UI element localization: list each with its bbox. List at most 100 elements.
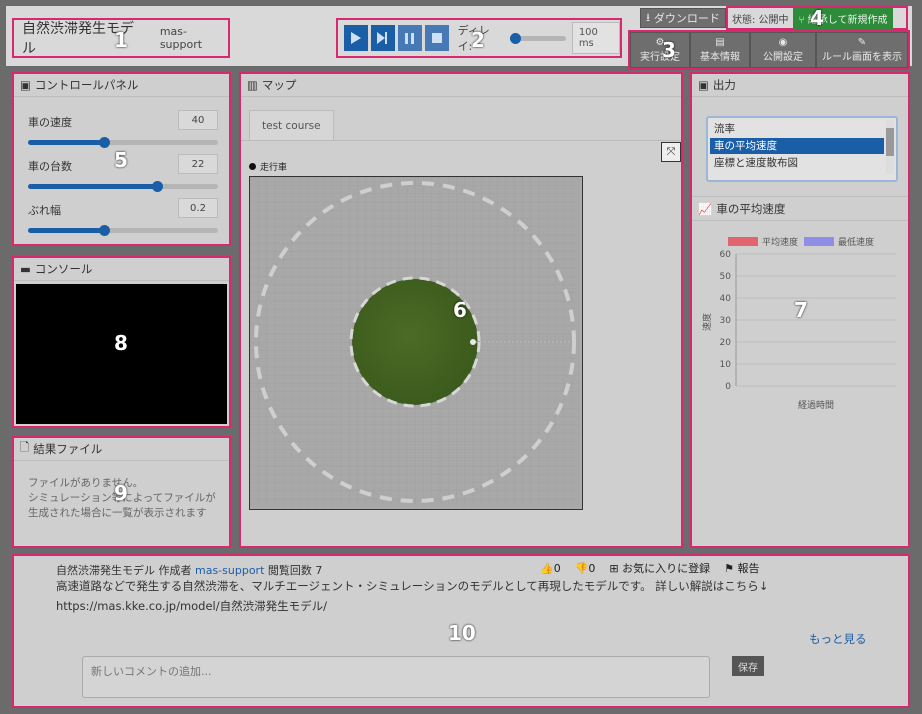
y-tick-label: 10 (720, 360, 732, 370)
files-empty-message: ファイルがありません。 シミュレーション等によってファイルが生成された場合に一覧… (28, 477, 216, 519)
public-settings-button[interactable]: ◉ 公開設定 (750, 32, 816, 68)
slider-label: 車の速度 (28, 116, 72, 129)
x-axis-label: 経過時間 (798, 399, 834, 411)
thumbs-up-icon: 👍 (540, 561, 554, 575)
slider-value[interactable]: 0.2 (178, 198, 218, 218)
result-files-title: 結果ファイル (33, 442, 103, 456)
count-slider[interactable] (28, 181, 218, 192)
result-files-panel: 🗋 結果ファイル ファイルがありません。 シミュレーション等によってファイルが生成… (12, 436, 231, 548)
play-button[interactable] (344, 25, 368, 51)
slider-label: 車の台数 (28, 160, 72, 173)
report-button[interactable]: ⚑ 報告 (724, 560, 759, 576)
car-legend-label: 走行車 (260, 163, 288, 173)
pause-button[interactable] (397, 25, 422, 51)
author-name[interactable]: mas-support (160, 25, 228, 51)
branch-icon: ⑂ (798, 14, 808, 26)
player-controls: ディレイ: 100 ms (336, 18, 622, 58)
edit-icon: ✎ (857, 37, 867, 48)
show-more-link[interactable]: もっと見る (809, 631, 867, 647)
download-button[interactable]: ⭳ ダウンロード (640, 8, 726, 28)
grass-island (352, 279, 478, 405)
favorite-button[interactable]: ⊞ お気に入りに登録 (609, 560, 710, 576)
output-title: 出力 (712, 78, 736, 92)
status-group: 状態: 公開中 ⑂ 継承して新規作成 (726, 6, 908, 30)
slider-count: 車の台数 22 (28, 154, 218, 198)
chart-title: 車の平均速度 (716, 202, 786, 216)
y-tick-label: 30 (720, 316, 732, 326)
plus-square-icon: ⊞ (609, 562, 623, 575)
title-box: 自然渋滞発生モデル mas-support (12, 18, 230, 58)
rule-screen-button[interactable]: ✎ ルール画面を表示 (816, 32, 908, 68)
model-info-footer: 自然渋滞発生モデル 作成者 mas-support 閲覧回数 7 👍0 👎0 ⊞… (12, 554, 910, 708)
console-title: コンソール (34, 262, 93, 276)
output-option[interactable]: 座標と速度散布図 (710, 155, 884, 171)
status-text: 状態: 公開中 (732, 14, 789, 26)
map-title: マップ (261, 78, 297, 92)
stop-button[interactable] (424, 25, 449, 51)
run-settings-button[interactable]: ⚙ 実行設定 (630, 32, 690, 68)
reaction-bar: 👍0 👎0 ⊞ お気に入りに登録 ⚑ 報告 (540, 560, 759, 576)
legend-label: 最低速度 (838, 236, 874, 248)
variance-slider[interactable] (28, 225, 218, 236)
output-option[interactable]: 流率 (710, 121, 884, 137)
speed-chart: 平均速度 最低速度 60 50 40 30 20 10 0 速度経過時間 (701, 236, 896, 411)
settings-group: ⚙ 実行設定 ▤ 基本情報 ◉ 公開設定 ✎ ルール画面を表示 (628, 30, 910, 70)
select-scrollbar[interactable] (886, 120, 894, 174)
slider-value[interactable]: 22 (178, 154, 218, 174)
y-axis-label: 速度 (701, 313, 713, 331)
y-tick-label: 60 (720, 250, 732, 260)
page-title: 自然渋滞発生モデル (22, 21, 134, 57)
dislike-button[interactable]: 👎0 (575, 562, 596, 575)
y-tick-label: 40 (720, 294, 732, 304)
legend-swatch (804, 237, 834, 246)
fullscreen-button[interactable]: ⤧ (661, 142, 681, 162)
download-icon: ⭳ (646, 10, 650, 24)
delay-value: 100 ms (571, 22, 621, 54)
console-output[interactable] (16, 284, 227, 424)
eye-icon: ◉ (778, 37, 788, 48)
output-icon: ▣ (698, 78, 709, 92)
save-comment-button[interactable]: 保存 (732, 656, 764, 676)
y-tick-label: 20 (720, 338, 732, 348)
map-legend: 走行車 (249, 160, 287, 173)
file-icon: 🗋 (20, 439, 30, 454)
map-panel: ▥ マップ test course ⤧ 走行車 (239, 72, 683, 548)
legend-swatch (728, 237, 758, 246)
step-forward-icon (377, 32, 388, 44)
slider-label: ぶれ幅 (28, 204, 61, 217)
panel-icon: ▣ (20, 78, 31, 92)
pause-icon (404, 32, 414, 44)
tab-test-course[interactable]: test course (249, 110, 334, 141)
gear-icon: ⚙ (655, 37, 665, 48)
clipboard-icon: ▤ (715, 37, 725, 48)
speed-slider[interactable] (28, 137, 218, 148)
output-option[interactable]: 車の平均速度 (710, 138, 884, 154)
stop-icon (431, 33, 442, 43)
slider-variance: ぶれ幅 0.2 (28, 198, 218, 242)
slider-value[interactable]: 40 (178, 110, 218, 130)
inherit-button[interactable]: ⑂ 継承して新規作成 (792, 7, 894, 29)
model-description: 高速道路などで発生する自然渋滞を、マルチエージェント・シミュレーションのモデルと… (56, 579, 769, 613)
delay-slider[interactable] (508, 25, 566, 51)
flag-icon: ⚑ (724, 562, 738, 575)
comment-input[interactable] (82, 656, 710, 698)
thumbs-down-icon: 👎 (574, 561, 589, 575)
delay-label: ディレイ: (457, 24, 490, 53)
play-icon (350, 32, 361, 44)
control-panel: ▣ コントロールパネル 車の速度 40 車の台数 22 ぶれ幅 0.2 (12, 72, 231, 246)
map-grid (250, 177, 580, 507)
slider-speed: 車の速度 40 (28, 110, 218, 154)
basic-info-button[interactable]: ▤ 基本情報 (690, 32, 750, 68)
map-icon: ▥ (247, 78, 258, 92)
map-canvas[interactable] (249, 176, 583, 510)
output-select[interactable]: 流率 車の平均速度 座標と速度散布図 (706, 116, 898, 182)
car-legend-dot (249, 163, 256, 170)
y-tick-label: 50 (720, 272, 732, 282)
control-panel-title: コントロールパネル (34, 78, 139, 92)
legend-label: 平均速度 (762, 236, 798, 248)
y-tick-label: 0 (725, 382, 731, 392)
console-panel: ▬ コンソール (12, 256, 231, 428)
step-button[interactable] (370, 25, 395, 51)
like-button[interactable]: 👍0 (540, 562, 561, 575)
output-panel: ▣ 出力 流率 車の平均速度 座標と速度散布図 📈 車の平均速度 平均速度 最低速度 6… (690, 72, 910, 548)
